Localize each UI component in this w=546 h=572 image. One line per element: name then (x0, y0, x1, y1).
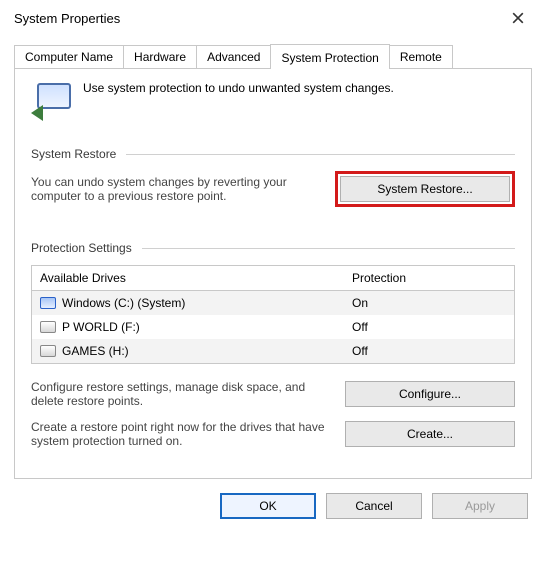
tab-strip: Computer Name Hardware Advanced System P… (0, 34, 546, 68)
create-button[interactable]: Create... (345, 421, 515, 447)
divider (142, 248, 515, 249)
drive-protection: Off (344, 315, 514, 339)
tab-hardware[interactable]: Hardware (123, 45, 197, 68)
drive-name: GAMES (H:) (62, 344, 129, 358)
cancel-button[interactable]: Cancel (326, 493, 422, 519)
tab-computer-name[interactable]: Computer Name (14, 45, 124, 68)
table-row[interactable]: GAMES (H:) Off (32, 339, 514, 363)
col-header-protection[interactable]: Protection (344, 266, 514, 290)
drive-protection: Off (344, 339, 514, 363)
drive-icon (40, 345, 56, 357)
tab-page-system-protection: Use system protection to undo unwanted s… (14, 68, 532, 479)
create-desc: Create a restore point right now for the… (31, 420, 329, 448)
system-restore-highlight: System Restore... (335, 171, 515, 207)
system-restore-button[interactable]: System Restore... (340, 176, 510, 202)
col-header-drives[interactable]: Available Drives (32, 266, 344, 290)
intro-text: Use system protection to undo unwanted s… (83, 81, 394, 95)
drive-name: P WORLD (F:) (62, 320, 140, 334)
drives-table: Available Drives Protection Windows (C:)… (31, 265, 515, 364)
system-restore-desc: You can undo system changes by reverting… (31, 175, 319, 203)
configure-desc: Configure restore settings, manage disk … (31, 380, 329, 408)
protection-settings-heading: Protection Settings (31, 241, 132, 255)
drive-icon (40, 297, 56, 309)
drive-name: Windows (C:) (System) (62, 296, 185, 310)
divider (126, 154, 515, 155)
tab-remote[interactable]: Remote (389, 45, 453, 68)
close-icon (512, 12, 524, 24)
tab-advanced[interactable]: Advanced (196, 45, 271, 68)
system-protection-icon (31, 81, 71, 121)
ok-button[interactable]: OK (220, 493, 316, 519)
dialog-footer: OK Cancel Apply (0, 479, 546, 519)
table-row[interactable]: Windows (C:) (System) On (32, 291, 514, 315)
drive-icon (40, 321, 56, 333)
window-title: System Properties (14, 11, 120, 26)
apply-button[interactable]: Apply (432, 493, 528, 519)
drive-protection: On (344, 291, 514, 315)
tab-system-protection[interactable]: System Protection (270, 44, 389, 69)
system-restore-heading: System Restore (31, 147, 116, 161)
table-row[interactable]: P WORLD (F:) Off (32, 315, 514, 339)
close-button[interactable] (500, 6, 536, 30)
configure-button[interactable]: Configure... (345, 381, 515, 407)
